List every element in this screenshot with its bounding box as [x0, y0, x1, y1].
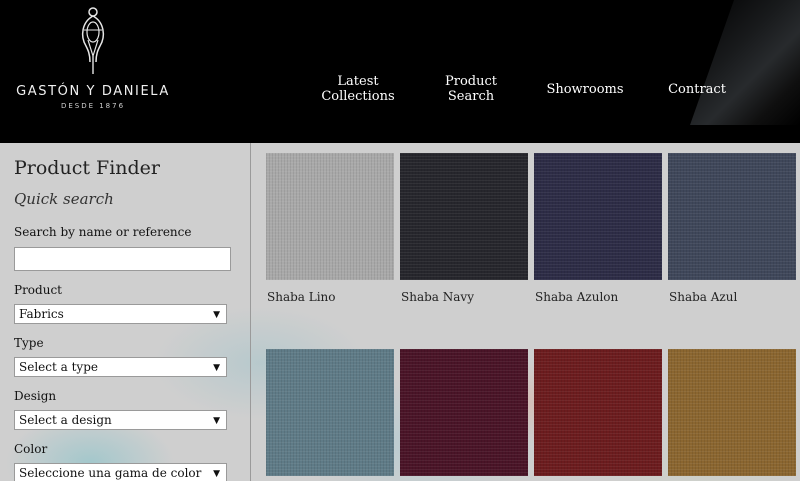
product-label: Product	[14, 283, 62, 297]
fabric-swatch[interactable]	[400, 153, 528, 280]
product-tile[interactable]	[266, 349, 394, 476]
product-select-value: Fabrics	[19, 307, 64, 321]
fabric-swatch[interactable]	[266, 349, 394, 476]
dropdown-arrow-icon: ▼	[213, 469, 220, 479]
site-header: GASTÓN Y DANIELA DESDE 1876 Latest Colle…	[0, 0, 800, 143]
product-name[interactable]: Shaba Navy	[401, 290, 474, 304]
nav-showrooms[interactable]: Showrooms	[540, 82, 630, 97]
quick-search-heading: Quick search	[14, 190, 114, 208]
fabric-swatch[interactable]	[266, 153, 394, 280]
design-label: Design	[14, 389, 57, 403]
product-tile[interactable]	[400, 349, 528, 476]
brand-since: DESDE 1876	[60, 102, 126, 110]
type-select[interactable]: Select a type ▼	[14, 357, 227, 377]
brand-name: GASTÓN Y DANIELA	[16, 84, 170, 99]
product-tile[interactable]	[668, 349, 796, 476]
product-name[interactable]: Shaba Lino	[267, 290, 336, 304]
brand-logo[interactable]: GASTÓN Y DANIELA DESDE 1876	[0, 6, 186, 110]
fabric-swatch[interactable]	[400, 349, 528, 476]
nav-product-search[interactable]: Product Search	[431, 74, 511, 104]
fabric-swatch[interactable]	[534, 349, 662, 476]
design-select-value: Select a design	[19, 413, 112, 427]
color-select-value: Seleccione una gama de color	[19, 466, 202, 480]
search-input[interactable]	[14, 247, 231, 271]
color-select[interactable]: Seleccione una gama de color ▼	[14, 463, 227, 481]
type-label: Type	[14, 336, 44, 350]
parrot-emblem-icon	[81, 7, 105, 74]
design-select[interactable]: Select a design ▼	[14, 410, 227, 430]
nav-latest-collections[interactable]: Latest Collections	[318, 74, 398, 104]
product-tile[interactable]: Shaba Lino	[266, 153, 394, 304]
color-label: Color	[14, 442, 48, 456]
product-finder-sidebar: Product Finder Quick search Search by na…	[0, 143, 251, 481]
dropdown-arrow-icon: ▼	[213, 310, 220, 320]
feather-decoration	[690, 0, 800, 125]
product-select[interactable]: Fabrics ▼	[14, 304, 227, 324]
product-tile[interactable]: Shaba Navy	[400, 153, 528, 304]
nav-contract[interactable]: Contract	[662, 82, 732, 97]
type-select-value: Select a type	[19, 360, 98, 374]
product-tile[interactable]: Shaba Azulon	[534, 153, 662, 304]
dropdown-arrow-icon: ▼	[213, 416, 220, 426]
product-name[interactable]: Shaba Azulon	[535, 290, 618, 304]
fabric-swatch[interactable]	[534, 153, 662, 280]
dropdown-arrow-icon: ▼	[213, 363, 220, 373]
product-finder-title: Product Finder	[14, 157, 161, 179]
product-tile[interactable]: Shaba Azul	[668, 153, 796, 304]
product-tile[interactable]	[534, 349, 662, 476]
product-name[interactable]: Shaba Azul	[669, 290, 737, 304]
search-label: Search by name or reference	[14, 225, 192, 239]
fabric-swatch[interactable]	[668, 153, 796, 280]
fabric-swatch[interactable]	[668, 349, 796, 476]
